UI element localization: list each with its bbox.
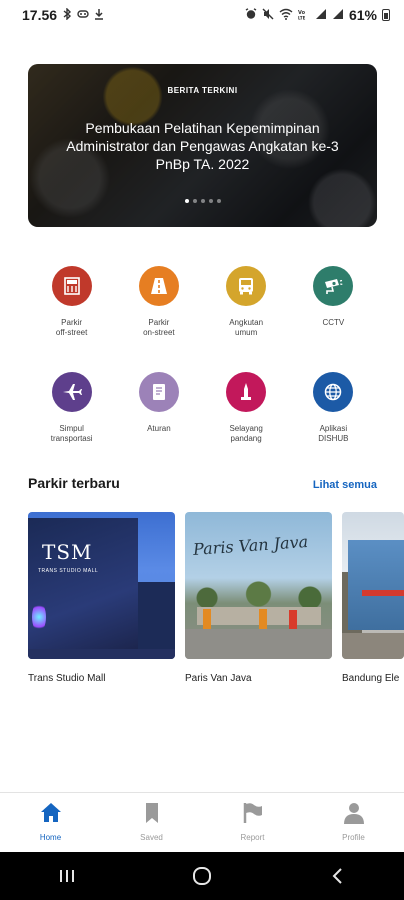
nav-label: Report [240,833,265,842]
parking-section-header: Parkir terbaru Lihat semua [28,475,377,491]
bus-icon [226,266,267,306]
parking-card[interactable]: Bandung Ele [342,512,404,684]
parking-building-icon [51,266,92,306]
bookmark-icon [140,801,164,825]
home-icon [39,801,63,825]
signal-icon [332,8,344,23]
battery-icon [382,9,390,21]
carousel-dot[interactable] [216,199,221,203]
nav-profile[interactable]: Profile [303,793,404,852]
banner-title: Pembukaan Pelatihan Kepemimpinan Adminis… [66,120,339,172]
download-icon [94,8,104,23]
svg-text:LTE: LTE [298,15,306,20]
back-icon[interactable] [317,861,357,891]
person-icon [342,801,366,825]
carousel-dot[interactable] [184,199,189,203]
parking-image: Paris Van Java [185,512,332,659]
flag-icon [241,801,265,825]
parking-card[interactable]: TSM TRANS STUDIO MALL Trans Studio Mall [28,512,175,684]
bottom-navigation: Home Saved Report Profile [0,792,404,852]
parking-image: TSM TRANS STUDIO MALL [28,512,175,659]
nav-label: Home [39,833,62,842]
banner-kicker: BERITA TERKINI [167,86,238,95]
section-title: Parkir terbaru [28,475,120,491]
menu-aplikasi-dishub[interactable]: Aplikasi DISHUB [290,372,377,466]
battery-percent: 61% [348,7,377,23]
image-logo-text: TSM [42,540,93,564]
parking-carousel[interactable]: TSM TRANS STUDIO MALL Trans Studio Mall … [28,512,404,684]
recent-apps-icon[interactable] [47,861,87,891]
bluetooth-icon [62,6,72,23]
nav-report[interactable]: Report [202,793,303,852]
menu-cctv[interactable]: CCTV [290,266,377,360]
menu-simpul-transportasi[interactable]: Simpul transportasi [28,372,115,466]
feature-menu: Parkir off-street Parkir on-street Angku… [28,266,377,466]
alarm-icon [245,7,257,23]
menu-label: Aturan [147,424,171,433]
image-sign-text: Paris Van Java [192,532,309,559]
road-icon [138,266,179,306]
system-navigation [0,852,404,900]
wifi-icon [279,8,293,23]
news-banner[interactable]: BERITA TERKINI Pembukaan Pelatihan Kepem… [28,64,377,227]
gamepad-icon [77,9,89,22]
parking-name: Trans Studio Mall [28,673,106,684]
menu-parkir-on-street[interactable]: Parkir on-street [115,266,202,360]
status-left: 17.56 [22,6,104,23]
airplane-icon [51,372,92,412]
globe-icon [313,372,354,412]
parking-card[interactable]: Paris Van Java Paris Van Java [185,512,332,684]
volte-icon: Vo LTE [298,8,310,23]
monument-icon [226,372,267,412]
menu-label: Simpul transportasi [50,424,93,443]
status-bar: 17.56 Vo LTE 61% [0,0,404,30]
menu-label: Selayang pandang [229,424,263,443]
status-right: Vo LTE 61% [245,7,390,23]
parking-image [342,512,404,659]
status-time: 17.56 [22,7,58,23]
image-logo-subtext: TRANS STUDIO MALL [38,568,99,574]
menu-label: Parkir on-street [143,318,175,337]
banner-content: BERITA TERKINI Pembukaan Pelatihan Kepem… [28,64,377,173]
menu-label: Angkutan umum [229,318,264,337]
home-circle-icon[interactable] [182,861,222,891]
menu-label: Aplikasi DISHUB [318,424,349,443]
book-icon [138,372,179,412]
nav-label: Profile [342,833,365,842]
menu-label: Parkir off-street [55,318,88,337]
menu-parkir-off-street[interactable]: Parkir off-street [28,266,115,360]
parking-name: Paris Van Java [185,673,252,684]
nav-home[interactable]: Home [0,793,101,852]
menu-aturan[interactable]: Aturan [115,372,202,466]
parking-name: Bandung Ele [342,673,400,684]
menu-selayang-pandang[interactable]: Selayang pandang [203,372,290,466]
carousel-dot[interactable] [208,199,213,203]
carousel-indicator [28,199,377,203]
carousel-dot[interactable] [200,199,205,203]
menu-label: CCTV [322,318,345,327]
carousel-dot[interactable] [192,199,197,203]
menu-angkutan-umum[interactable]: Angkutan umum [203,266,290,360]
mute-icon [262,8,274,23]
nav-saved[interactable]: Saved [101,793,202,852]
nav-label: Saved [140,833,163,842]
cctv-icon [313,266,354,306]
see-all-link[interactable]: Lihat semua [313,479,377,491]
signal-icon [315,8,327,23]
